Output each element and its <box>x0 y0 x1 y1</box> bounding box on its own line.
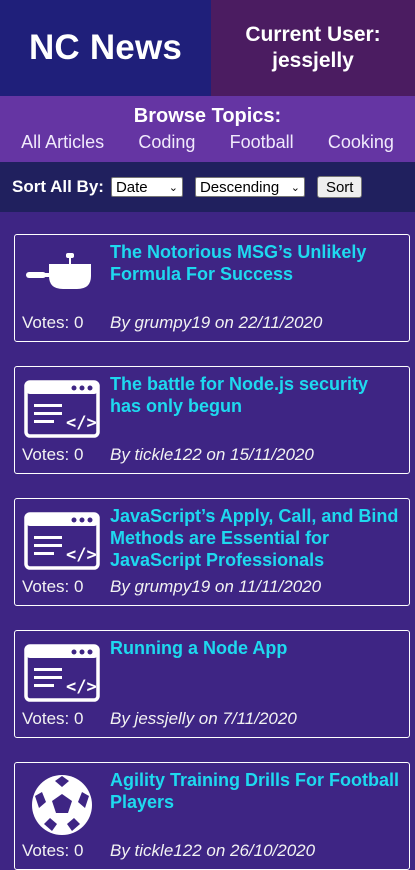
sort-label: Sort All By: <box>12 177 104 196</box>
topic-link-all-articles[interactable]: All Articles <box>21 132 104 153</box>
sort-button[interactable]: Sort <box>316 176 363 198</box>
sort-order-select[interactable]: Descending ⌄ <box>194 177 305 197</box>
article-list: The Notorious MSG’s Unlikely Formula For… <box>0 212 415 870</box>
app-header: NC News Current User: jessjelly <box>0 0 415 96</box>
app-title[interactable]: NC News <box>0 0 211 96</box>
cooking-pan-icon <box>23 241 101 313</box>
topic-link-cooking[interactable]: Cooking <box>328 132 394 153</box>
current-username: jessjelly <box>272 49 354 72</box>
code-window-icon: </> <box>23 505 101 577</box>
article-title[interactable]: Running a Node App <box>110 637 403 659</box>
svg-text:</>: </> <box>66 413 97 433</box>
current-user-panel: Current User: jessjelly <box>211 0 415 96</box>
article-title[interactable]: The battle for Node.js security has only… <box>110 373 403 417</box>
sort-bar: Sort All By: Date ⌄ Descending ⌄ Sort <box>0 162 415 212</box>
chevron-down-icon: ⌄ <box>168 181 178 194</box>
article-byline: By jessjelly on 7/11/2020 <box>110 709 297 728</box>
code-window-icon: </> <box>23 637 101 709</box>
current-user-label: Current User: <box>245 23 381 46</box>
article-byline: By grumpy19 on 22/11/2020 <box>110 313 323 332</box>
article-title[interactable]: JavaScript’s Apply, Call, and Bind Metho… <box>110 505 403 571</box>
topic-link-football[interactable]: Football <box>230 132 294 153</box>
article-votes: Votes: 0 <box>22 313 84 332</box>
article-card[interactable]: The Notorious MSG’s Unlikely Formula For… <box>14 234 410 342</box>
code-window-icon: </> <box>23 373 101 445</box>
chevron-down-icon: ⌄ <box>290 181 300 194</box>
topics-nav: Browse Topics: All Articles Coding Footb… <box>0 96 415 162</box>
svg-text:</>: </> <box>66 545 97 565</box>
article-card[interactable]: </> Running a Node App Votes: 0 By jessj… <box>14 630 410 738</box>
sort-field-value: Date <box>115 178 148 196</box>
article-votes: Votes: 0 <box>22 445 84 464</box>
svg-text:</>: </> <box>66 677 97 697</box>
article-card[interactable]: </> JavaScript’s Apply, Call, and Bind M… <box>14 498 410 606</box>
article-card[interactable]: Agility Training Drills For Football Pla… <box>14 762 410 870</box>
article-byline: By tickle122 on 26/10/2020 <box>110 841 316 860</box>
article-byline: By grumpy19 on 11/11/2020 <box>110 577 322 596</box>
football-icon <box>23 769 101 841</box>
article-title[interactable]: The Notorious MSG’s Unlikely Formula For… <box>110 241 403 285</box>
sort-order-value: Descending <box>199 178 280 196</box>
article-votes: Votes: 0 <box>22 709 84 728</box>
topics-title: Browse Topics: <box>133 105 282 127</box>
article-votes: Votes: 0 <box>22 841 84 860</box>
sort-field-select[interactable]: Date ⌄ <box>110 177 183 197</box>
article-byline: By tickle122 on 15/11/2020 <box>110 445 314 464</box>
article-card[interactable]: </> The battle for Node.js security has … <box>14 366 410 474</box>
article-title[interactable]: Agility Training Drills For Football Pla… <box>110 769 403 813</box>
article-votes: Votes: 0 <box>22 577 84 596</box>
topic-link-coding[interactable]: Coding <box>138 132 195 153</box>
